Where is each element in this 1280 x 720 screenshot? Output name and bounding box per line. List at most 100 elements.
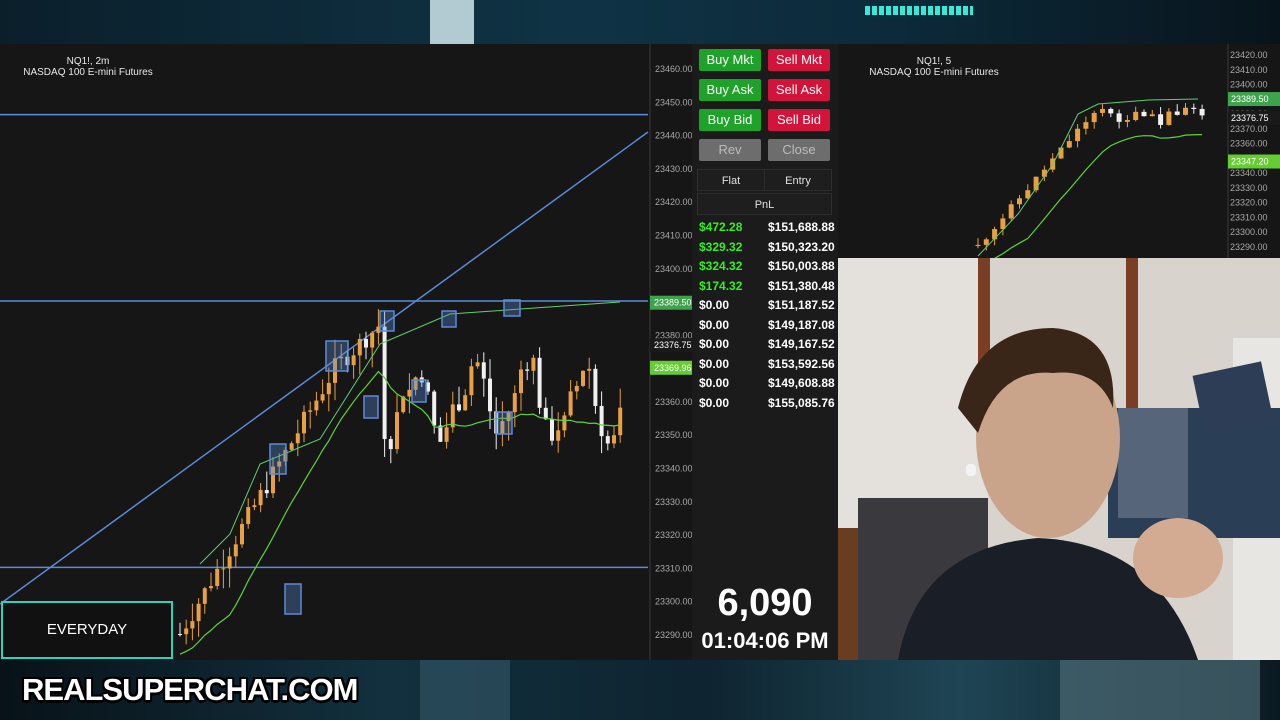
sell-bid-button[interactable]: Sell Bid	[768, 109, 830, 131]
candle-body	[599, 405, 604, 437]
account-balance-value: $150,003.88	[768, 259, 835, 273]
moving-average-line	[179, 370, 621, 655]
price-tag-label: 23376.75	[1231, 113, 1269, 123]
price-tick-label: 23290.00	[655, 630, 692, 640]
close-position-button[interactable]: Close	[768, 139, 830, 161]
pnl-row: $0.00 $153,592.56	[692, 355, 838, 375]
main-chart-header: NQ1!, 2m NASDAQ 100 E-mini Futures	[22, 56, 154, 78]
candle-body	[1158, 114, 1164, 125]
candle-body	[568, 391, 573, 416]
price-tick-label: 23440.00	[655, 131, 692, 141]
candle-body	[519, 369, 523, 394]
main-chart-canvas[interactable]: 23460.00 23450.00 23440.00 23430.00 23420.00…	[0, 44, 692, 660]
highlight-box[interactable]	[379, 310, 395, 332]
candle-body	[357, 338, 362, 356]
candle-body	[1199, 108, 1205, 116]
candle-body	[531, 357, 536, 371]
highlight-box[interactable]	[411, 379, 427, 403]
main-chart[interactable]: 23460.00 23450.00 23440.00 23430.00 23420.00…	[0, 44, 692, 660]
price-tick-label: 23400.00	[1230, 80, 1268, 90]
buy-ask-button[interactable]: Buy Ask	[699, 79, 761, 101]
reverse-button[interactable]: Rev	[699, 139, 761, 161]
highlight-box[interactable]	[325, 340, 349, 372]
sell-mkt-button[interactable]: Sell Mkt	[768, 49, 830, 71]
candle-body	[190, 621, 195, 629]
top-background	[0, 0, 1280, 44]
webcam-feed	[838, 258, 1280, 660]
candle-body	[574, 385, 579, 392]
candle-body	[1183, 107, 1188, 115]
candle-body	[215, 568, 220, 587]
candle-body	[975, 244, 981, 246]
candle-body	[1058, 147, 1064, 159]
highlight-box[interactable]	[269, 443, 287, 475]
account-balance-value: $149,608.88	[768, 376, 835, 390]
candle-body	[308, 410, 313, 412]
candle-body	[587, 368, 592, 371]
price-tick-label: 23330.00	[655, 497, 692, 507]
highlight-box[interactable]	[284, 583, 302, 615]
candle-body	[438, 425, 443, 442]
price-tick-label: 23300.00	[1230, 227, 1268, 237]
candle-body	[221, 568, 226, 570]
candle-body	[184, 628, 189, 635]
highlight-box[interactable]	[495, 411, 513, 435]
candle-body	[475, 362, 480, 367]
candle-body	[240, 524, 244, 545]
candle-body	[178, 634, 182, 635]
background-panel	[1060, 660, 1260, 720]
candle-body	[556, 430, 561, 441]
highlight-box[interactable]	[441, 310, 457, 328]
candle-body	[481, 362, 486, 379]
sell-ask-button[interactable]: Sell Ask	[768, 79, 830, 101]
candle-body	[351, 355, 356, 366]
pnl-row: $472.28 $151,688.88	[692, 218, 838, 238]
price-tag-label: 23389.50	[654, 298, 692, 308]
tab-flat[interactable]: Flat	[697, 169, 765, 191]
candle-body	[326, 382, 331, 395]
account-balance-value: $151,688.88	[768, 220, 835, 234]
candle-body	[395, 412, 399, 450]
pnl-value: $329.32	[699, 239, 743, 254]
background-glow	[865, 6, 973, 15]
price-tick-label: 23410.00	[655, 230, 692, 240]
candle-body	[983, 239, 989, 245]
candle-body	[320, 394, 325, 401]
background-panel	[430, 0, 474, 44]
candle-body	[1174, 111, 1180, 115]
secondary-chart[interactable]: 23420.0023410.0023400.0023390.0023380.00…	[838, 44, 1280, 258]
candle-body	[1075, 128, 1081, 142]
tab-pnl[interactable]: PnL	[697, 193, 832, 215]
trendline[interactable]	[0, 131, 649, 605]
tab-entry[interactable]: Entry	[764, 169, 832, 191]
candle-body	[469, 366, 474, 396]
price-tick-label: 23350.00	[655, 430, 692, 440]
price-tick-label: 23340.00	[655, 464, 692, 474]
candle-body	[1091, 112, 1097, 123]
pnl-value: $0.00	[699, 337, 730, 351]
price-tag-label: 23389.50	[1231, 94, 1269, 104]
candle-body	[407, 389, 412, 397]
candle-body	[593, 368, 598, 406]
candle-body	[488, 378, 492, 412]
webcam-image	[838, 258, 1280, 660]
buy-mkt-button[interactable]: Buy Mkt	[699, 49, 761, 71]
price-tick-label: 23320.00	[1230, 198, 1268, 208]
account-balance-value: $150,323.20	[768, 239, 835, 254]
price-tag-label: 23369.96	[654, 363, 692, 373]
candle-body	[258, 490, 263, 506]
secondary-chart-symbol: NQ1!, 5	[916, 56, 952, 67]
candle-body	[1116, 113, 1122, 122]
buy-bid-button[interactable]: Buy Bid	[699, 109, 761, 131]
price-tick-label: 23370.00	[1230, 124, 1268, 134]
candle-body	[1008, 204, 1014, 219]
site-logo: REALSUPERCHAT.COM	[22, 672, 358, 707]
candle-body	[1083, 122, 1089, 129]
pnl-row: $0.00 $151,187.52	[692, 296, 838, 316]
background-panel	[420, 660, 510, 720]
highlight-box[interactable]	[503, 299, 521, 317]
candle-body	[618, 407, 623, 436]
candle-body	[1191, 107, 1197, 109]
highlight-box[interactable]	[363, 395, 379, 419]
price-tick-label: 23320.00	[655, 530, 692, 540]
